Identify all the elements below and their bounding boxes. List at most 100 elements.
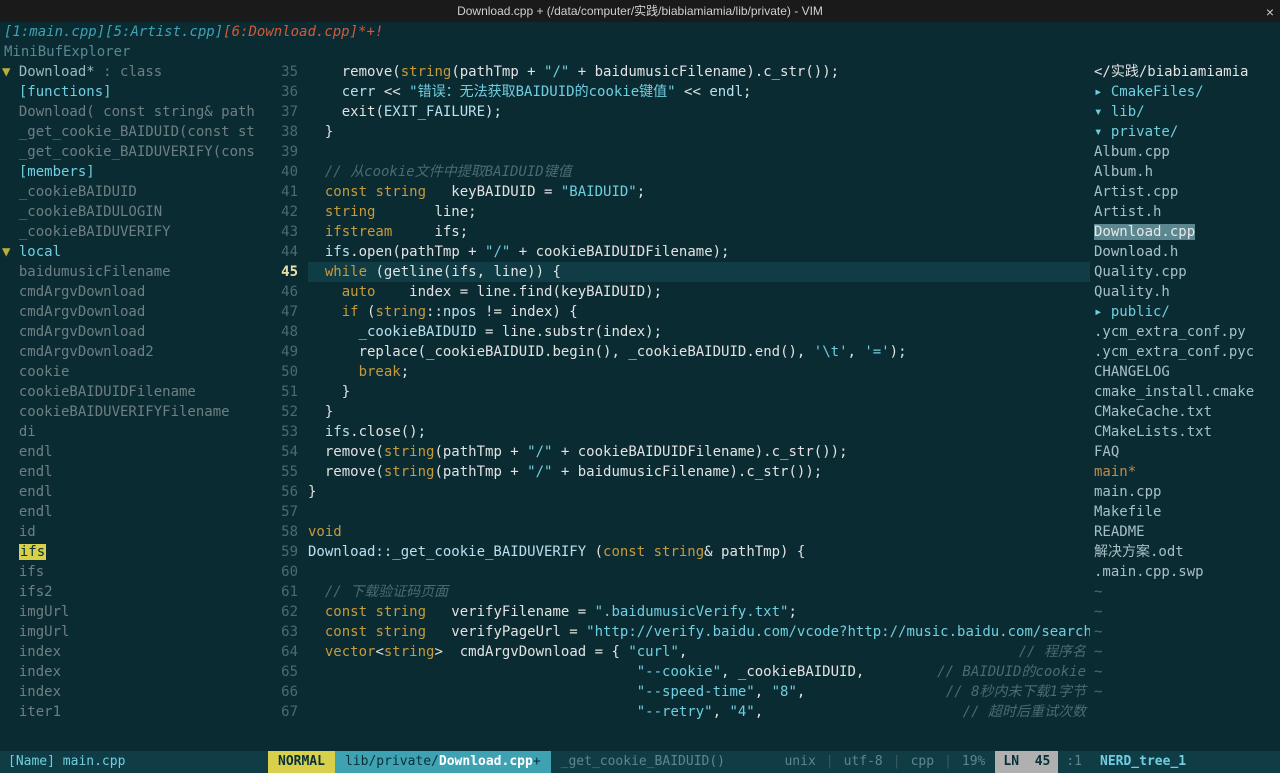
code-line[interactable]: } bbox=[308, 382, 1090, 402]
code-line[interactable]: const string verifyPageUrl = "http://ver… bbox=[308, 622, 1090, 642]
nerdtree-item[interactable]: README bbox=[1094, 522, 1276, 542]
tagbar-item[interactable]: _cookieBAIDUID bbox=[2, 182, 256, 202]
minibuf-explorer: [1:main.cpp][5:Artist.cpp][6:Download.cp… bbox=[0, 22, 1280, 42]
tagbar-item[interactable]: _get_cookie_BAIDUVERIFY(cons bbox=[2, 142, 256, 162]
tagbar-item[interactable]: _cookieBAIDULOGIN bbox=[2, 202, 256, 222]
nerdtree-item[interactable]: Download.h bbox=[1094, 242, 1276, 262]
nerdtree-item[interactable]: Quality.cpp bbox=[1094, 262, 1276, 282]
nerdtree-item[interactable]: Quality.h bbox=[1094, 282, 1276, 302]
code-line[interactable]: const string verifyFilename = ".baidumus… bbox=[308, 602, 1090, 622]
nerdtree-item[interactable]: ▸ CmakeFiles/ bbox=[1094, 82, 1276, 102]
code-line[interactable]: vector<string> cmdArgvDownload = { "curl… bbox=[308, 642, 1090, 662]
code-line[interactable]: replace(_cookieBAIDUID.begin(), _cookieB… bbox=[308, 342, 1090, 362]
tagbar-item[interactable]: endl bbox=[2, 462, 256, 482]
nerdtree-item[interactable]: CHANGELOG bbox=[1094, 362, 1276, 382]
code-line[interactable]: "--speed-time", "8",// 8秒内未下载1字节 bbox=[308, 682, 1090, 702]
code-line[interactable]: auto index = line.find(keyBAIDUID); bbox=[308, 282, 1090, 302]
close-icon[interactable]: × bbox=[1266, 2, 1274, 22]
tagbar-item[interactable]: ifs2 bbox=[2, 582, 256, 602]
code-line[interactable]: ifs.close(); bbox=[308, 422, 1090, 442]
tagbar-item[interactable]: cookieBAIDUVERIFYFilename bbox=[2, 402, 256, 422]
code-line[interactable]: void bbox=[308, 522, 1090, 542]
nerdtree-item[interactable]: 解决方案.odt bbox=[1094, 542, 1276, 562]
nerdtree-panel[interactable]: </实践/biabiamiamia ▸ CmakeFiles/▾ lib/ ▾ … bbox=[1090, 62, 1280, 751]
tagbar-item[interactable]: index bbox=[2, 682, 256, 702]
nerdtree-item[interactable]: Album.cpp bbox=[1094, 142, 1276, 162]
code-line[interactable]: // 从cookie文件中提取BAIDUID键值 bbox=[308, 162, 1090, 182]
editor-code-area[interactable]: remove(string(pathTmp + "/" + baidumusic… bbox=[308, 62, 1090, 751]
code-line[interactable] bbox=[308, 502, 1090, 522]
code-line[interactable] bbox=[308, 142, 1090, 162]
tagbar-item[interactable]: [members] bbox=[2, 162, 256, 182]
nerdtree-path[interactable]: </实践/biabiamiamia bbox=[1094, 62, 1276, 82]
nerdtree-item[interactable]: ▾ lib/ bbox=[1094, 102, 1276, 122]
nerdtree-item[interactable]: FAQ bbox=[1094, 442, 1276, 462]
code-line[interactable]: break; bbox=[308, 362, 1090, 382]
nerdtree-item[interactable]: ▸ public/ bbox=[1094, 302, 1276, 322]
tagbar-panel[interactable]: ▼ Download* : class [functions] Download… bbox=[0, 62, 258, 751]
code-line[interactable]: if (string::npos != index) { bbox=[308, 302, 1090, 322]
nerdtree-item[interactable]: Download.cpp bbox=[1094, 222, 1276, 242]
tagbar-item[interactable]: cookieBAIDUIDFilename bbox=[2, 382, 256, 402]
tagbar-item[interactable]: endl bbox=[2, 502, 256, 522]
tagbar-item[interactable]: imgUrl bbox=[2, 622, 256, 642]
code-line[interactable]: remove(string(pathTmp + "/" + baidumusic… bbox=[308, 462, 1090, 482]
nerdtree-item[interactable]: main.cpp bbox=[1094, 482, 1276, 502]
tagbar-item[interactable]: index bbox=[2, 662, 256, 682]
tagbar-item[interactable]: id bbox=[2, 522, 256, 542]
tagbar-item[interactable]: di bbox=[2, 422, 256, 442]
tagbar-item[interactable]: ifs bbox=[2, 562, 256, 582]
buffer-5[interactable]: [5:Artist.cpp] bbox=[105, 24, 223, 40]
code-line[interactable]: const string keyBAIDUID = "BAIDUID"; bbox=[308, 182, 1090, 202]
nerdtree-item[interactable]: CMakeCache.txt bbox=[1094, 402, 1276, 422]
nerdtree-item[interactable]: cmake_install.cmake bbox=[1094, 382, 1276, 402]
tagbar-class-header[interactable]: ▼ Download* : class bbox=[2, 62, 256, 82]
nerdtree-item[interactable]: .main.cpp.swp bbox=[1094, 562, 1276, 582]
tagbar-item[interactable]: cmdArgvDownload bbox=[2, 302, 256, 322]
tagbar-item-selected[interactable]: ifs bbox=[2, 542, 256, 562]
code-line[interactable]: remove(string(pathTmp + "/" + baidumusic… bbox=[308, 62, 1090, 82]
code-line[interactable]: ifs.open(pathTmp + "/" + cookieBAIDUIDFi… bbox=[308, 242, 1090, 262]
nerdtree-item[interactable]: main* bbox=[1094, 462, 1276, 482]
tagbar-local-header[interactable]: ▼ local bbox=[2, 242, 256, 262]
tagbar-item[interactable]: index bbox=[2, 642, 256, 662]
code-line[interactable]: ifstream ifs; bbox=[308, 222, 1090, 242]
tagbar-item[interactable]: iter1 bbox=[2, 702, 256, 722]
tagbar-item[interactable]: _cookieBAIDUVERIFY bbox=[2, 222, 256, 242]
code-line[interactable]: // 下载验证码页面 bbox=[308, 582, 1090, 602]
code-line[interactable] bbox=[308, 562, 1090, 582]
code-line[interactable]: } bbox=[308, 482, 1090, 502]
nerdtree-item[interactable]: Artist.cpp bbox=[1094, 182, 1276, 202]
code-line[interactable]: string line; bbox=[308, 202, 1090, 222]
tagbar-item[interactable]: Download( const string& path bbox=[2, 102, 256, 122]
tagbar-item[interactable]: endl bbox=[2, 482, 256, 502]
tagbar-item[interactable]: [functions] bbox=[2, 82, 256, 102]
code-line[interactable]: "--cookie", _cookieBAIDUID,// BAIDUID的co… bbox=[308, 662, 1090, 682]
code-line[interactable]: _cookieBAIDUID = line.substr(index); bbox=[308, 322, 1090, 342]
tagbar-item[interactable]: cmdArgvDownload2 bbox=[2, 342, 256, 362]
tagbar-item[interactable]: cmdArgvDownload bbox=[2, 322, 256, 342]
tagbar-item[interactable]: baidumusicFilename bbox=[2, 262, 256, 282]
nerdtree-item[interactable]: Album.h bbox=[1094, 162, 1276, 182]
buffer-6-active[interactable]: [6:Download.cpp] bbox=[223, 24, 358, 40]
code-line[interactable]: cerr << "错误：无法获取BAIDUID的cookie键值" << end… bbox=[308, 82, 1090, 102]
nerdtree-item[interactable]: .ycm_extra_conf.py bbox=[1094, 322, 1276, 342]
code-line[interactable]: "--retry", "4",// 超时后重试次数 bbox=[308, 702, 1090, 722]
nerdtree-item[interactable]: ▾ private/ bbox=[1094, 122, 1276, 142]
tagbar-item[interactable]: imgUrl bbox=[2, 602, 256, 622]
tagbar-item[interactable]: cmdArgvDownload bbox=[2, 282, 256, 302]
nerdtree-item[interactable]: CMakeLists.txt bbox=[1094, 422, 1276, 442]
nerdtree-item[interactable]: Makefile bbox=[1094, 502, 1276, 522]
tagbar-item[interactable]: endl bbox=[2, 442, 256, 462]
tagbar-item[interactable]: _get_cookie_BAIDUID(const st bbox=[2, 122, 256, 142]
code-line[interactable]: } bbox=[308, 402, 1090, 422]
nerdtree-item[interactable]: Artist.h bbox=[1094, 202, 1276, 222]
code-line[interactable]: remove(string(pathTmp + "/" + cookieBAID… bbox=[308, 442, 1090, 462]
nerdtree-item[interactable]: .ycm_extra_conf.pyc bbox=[1094, 342, 1276, 362]
code-line[interactable]: } bbox=[308, 122, 1090, 142]
code-line[interactable]: while (getline(ifs, line)) { bbox=[308, 262, 1090, 282]
buffer-1[interactable]: [1:main.cpp] bbox=[4, 24, 105, 40]
code-line[interactable]: exit(EXIT_FAILURE); bbox=[308, 102, 1090, 122]
tagbar-item[interactable]: cookie bbox=[2, 362, 256, 382]
code-line[interactable]: Download::_get_cookie_BAIDUVERIFY (const… bbox=[308, 542, 1090, 562]
